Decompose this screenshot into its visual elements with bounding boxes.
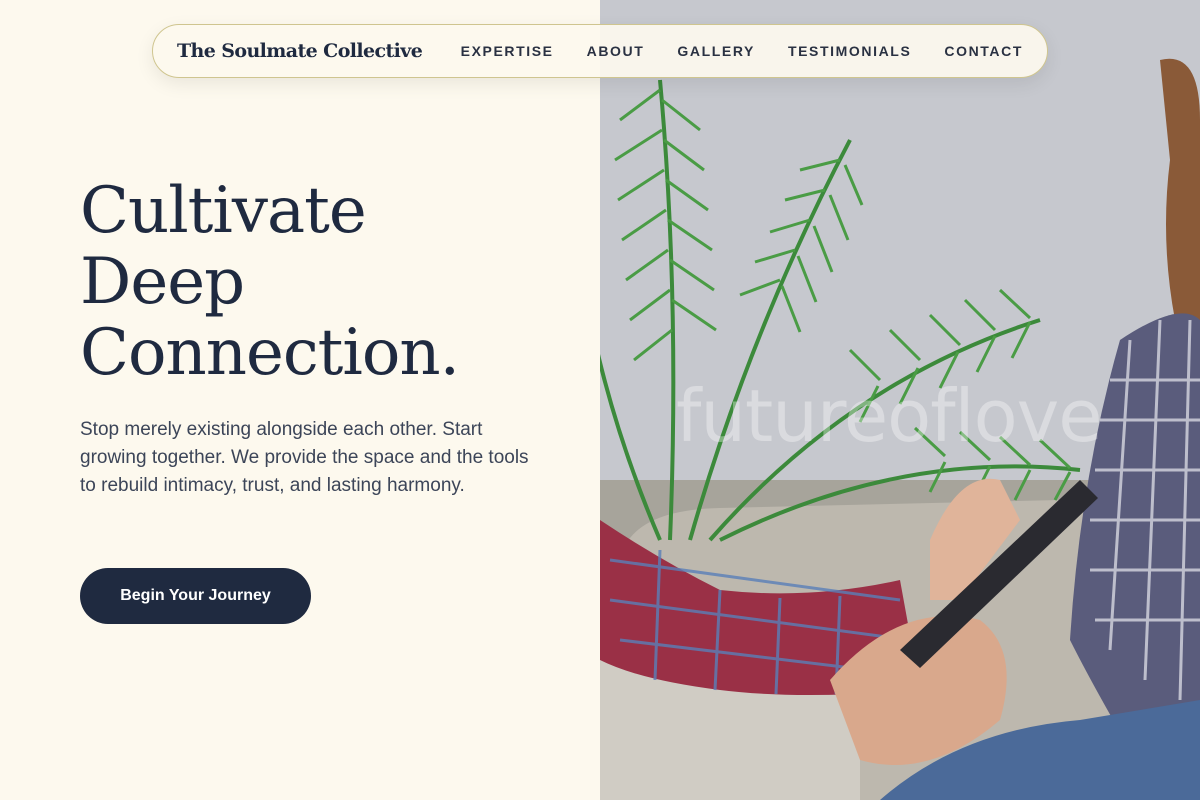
hero-title-line: Deep [80,245,245,319]
hero-title-line: Connection. [80,316,460,390]
top-navigation: The Soulmate Collective EXPERTISE ABOUT … [152,24,1048,78]
hero-image: futureoflove [600,0,1200,800]
nav-link-testimonials[interactable]: TESTIMONIALS [788,43,911,59]
hero-title: Cultivate Deep Connection. [80,176,560,389]
brand-logo[interactable]: The Soulmate Collective [177,40,423,62]
nav-link-about[interactable]: ABOUT [587,43,645,59]
hero-subtitle: Stop merely existing alongside each othe… [80,419,529,496]
hero-title-line: Cultivate [80,174,367,248]
watermark-text: futureoflove [676,374,1103,458]
hero-text-panel: Cultivate Deep Connection. Stop merely e… [0,0,600,800]
nav-link-contact[interactable]: CONTACT [944,43,1023,59]
nav-link-gallery[interactable]: GALLERY [677,43,755,59]
nav-links: EXPERTISE ABOUT GALLERY TESTIMONIALS CON… [461,43,1023,59]
nav-link-expertise[interactable]: EXPERTISE [461,43,554,59]
begin-journey-button[interactable]: Begin Your Journey [80,568,311,624]
